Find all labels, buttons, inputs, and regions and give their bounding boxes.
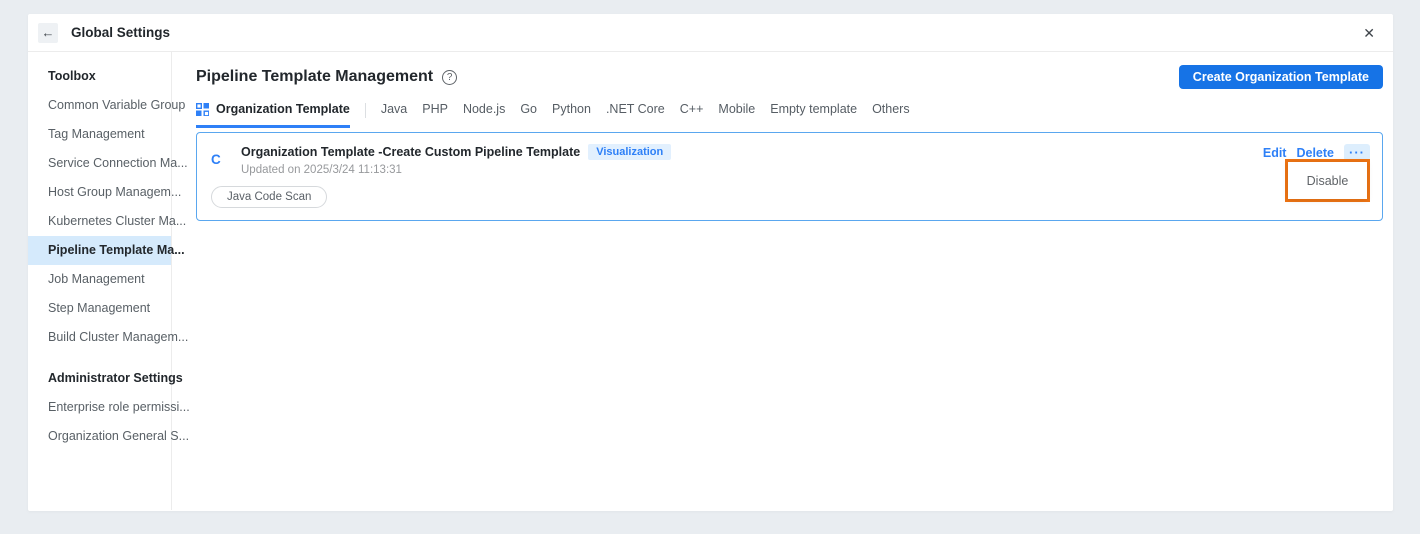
global-settings-window: ← Global Settings ✕ Toolbox Common Varia… (28, 14, 1393, 511)
sidebar-section-gap (28, 352, 171, 364)
close-icon: ✕ (1363, 24, 1375, 41)
tab-mobile[interactable]: Mobile (718, 102, 755, 128)
edit-link[interactable]: Edit (1263, 146, 1287, 160)
template-letter-icon: C (211, 152, 221, 167)
tab-nodejs[interactable]: Node.js (463, 102, 505, 128)
tab-organization-template[interactable]: Organization Template (196, 102, 350, 128)
tab-dotnet-core[interactable]: .NET Core (606, 102, 665, 128)
sidebar-item-pipeline-template[interactable]: Pipeline Template Ma... (28, 236, 185, 265)
window-title: Global Settings (71, 25, 171, 40)
tab-empty-template[interactable]: Empty template (770, 102, 857, 128)
actions-dropdown-menu: Disable (1288, 162, 1367, 199)
visualization-badge: Visualization (588, 144, 672, 160)
tab-label: Organization Template (216, 102, 350, 116)
back-arrow-icon: ← (41, 25, 55, 40)
tab-python[interactable]: Python (552, 102, 591, 128)
sidebar-item-job-management[interactable]: Job Management (28, 265, 171, 294)
template-updated-timestamp: Updated on 2025/3/24 11:13:31 (241, 164, 402, 176)
window-header: ← Global Settings ✕ (28, 14, 1393, 52)
sidebar-item-common-variable-group[interactable]: Common Variable Group (28, 91, 185, 120)
tab-cpp[interactable]: C++ (680, 102, 704, 128)
delete-link[interactable]: Delete (1296, 146, 1334, 160)
grid-icon (196, 102, 209, 116)
template-title: Organization Template -Create Custom Pip… (241, 145, 581, 159)
back-button[interactable]: ← (38, 22, 58, 43)
settings-sidebar: Toolbox Common Variable Group Tag Manage… (28, 52, 190, 510)
template-tag: Java Code Scan (211, 186, 328, 208)
sidebar-item-host-group[interactable]: Host Group Managem... (28, 178, 181, 207)
sidebar-item-tag-management[interactable]: Tag Management (28, 120, 171, 149)
annotation-highlight-box: Disable (1285, 159, 1370, 202)
sidebar-item-service-connection[interactable]: Service Connection Ma... (28, 149, 188, 178)
ellipsis-icon: ··· (1349, 145, 1365, 160)
close-button[interactable]: ✕ (1363, 26, 1375, 40)
sidebar-item-step-management[interactable]: Step Management (28, 294, 171, 323)
disable-menu-item[interactable]: Disable (1307, 174, 1349, 188)
template-card: C Organization Template -Create Custom P… (196, 132, 1383, 221)
page-title: Pipeline Template Management (196, 68, 434, 85)
help-icon[interactable]: ? (442, 69, 458, 85)
main-content: Pipeline Template Management ? Create Or… (172, 52, 1393, 510)
sidebar-section-toolbox: Toolbox (48, 69, 96, 83)
sidebar-item-kubernetes-cluster[interactable]: Kubernetes Cluster Ma... (28, 207, 186, 236)
sidebar-item-organization-general[interactable]: Organization General S... (28, 422, 189, 451)
tab-java[interactable]: Java (381, 102, 407, 128)
sidebar-item-enterprise-role[interactable]: Enterprise role permissi... (28, 393, 190, 422)
template-tabs: Organization Template Java PHP Node.js G… (196, 102, 1383, 128)
tab-others[interactable]: Others (872, 102, 910, 128)
create-organization-template-button[interactable]: Create Organization Template (1178, 65, 1383, 89)
tab-php[interactable]: PHP (422, 102, 448, 128)
tab-go[interactable]: Go (520, 102, 537, 128)
sidebar-section-administrator: Administrator Settings (48, 371, 183, 385)
sidebar-item-build-cluster[interactable]: Build Cluster Managem... (28, 323, 188, 352)
tab-separator (364, 103, 366, 118)
